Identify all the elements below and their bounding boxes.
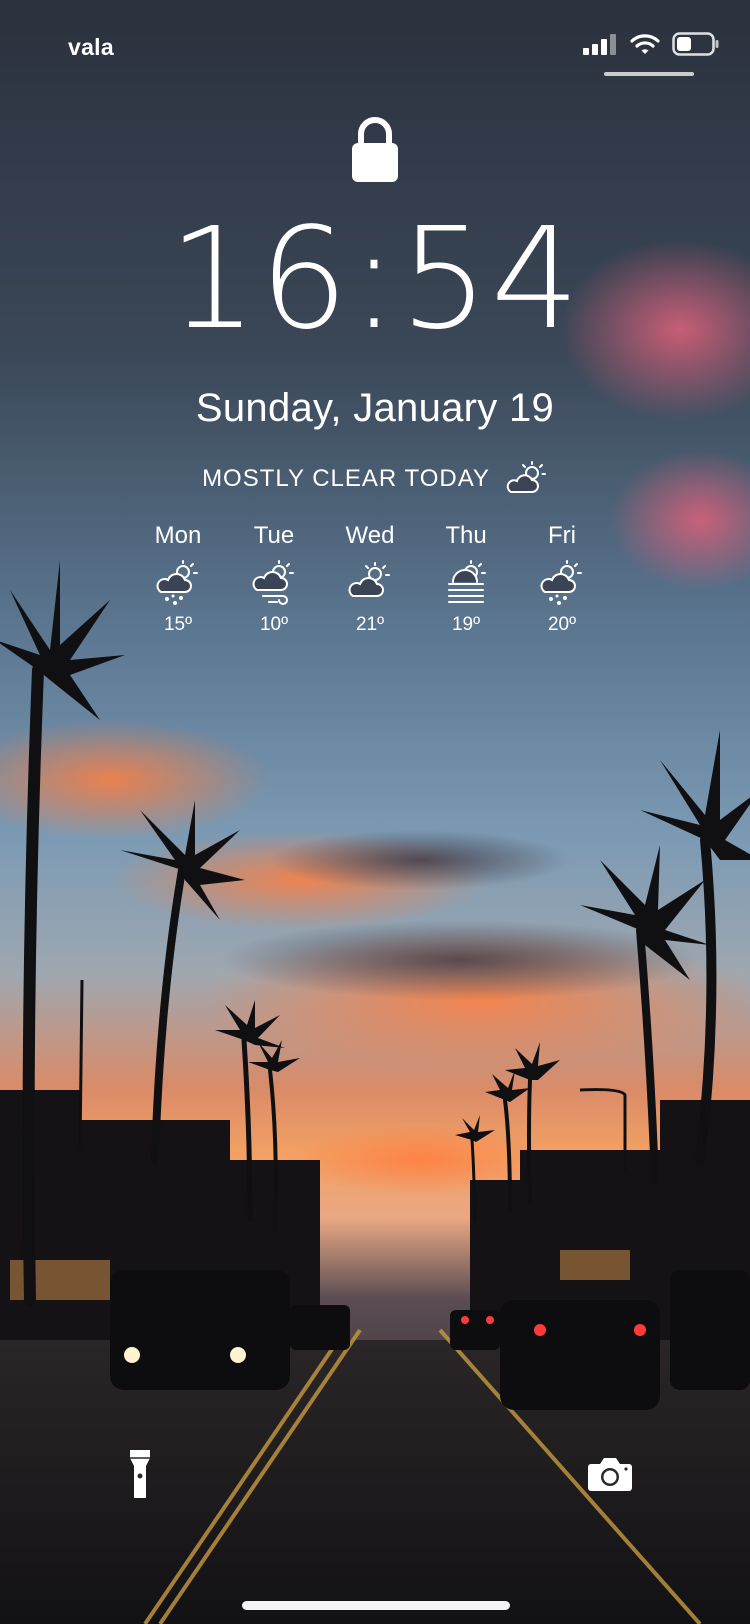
date-label: Sunday, January 19 <box>195 386 555 430</box>
forecast-temp: 21º <box>355 614 385 635</box>
forecast-day: Mon 15º <box>130 522 226 636</box>
fog-icon <box>448 560 486 603</box>
flashlight-icon <box>130 1450 150 1498</box>
forecast-day-name: Mon <box>154 522 202 549</box>
home-indicator[interactable] <box>242 1601 510 1610</box>
forecast-day-name: Thu <box>445 522 487 549</box>
wifi-icon <box>630 34 660 54</box>
windy-cloud-icon <box>252 560 294 605</box>
partly-cloudy-icon <box>348 562 390 597</box>
carrier-name: vala <box>68 34 114 60</box>
flashlight-button[interactable] <box>100 1434 180 1514</box>
forecast-day-name: Fri <box>548 522 576 549</box>
cloudy-hail-icon <box>540 560 582 605</box>
forecast-day-name: Tue <box>253 522 295 549</box>
forecast-day: Fri 20º <box>514 522 610 636</box>
forecast-temp: 10º <box>259 614 289 635</box>
weather-summary[interactable]: MOSTLY CLEAR TODAY <box>0 461 750 497</box>
forecast-temp: 19º <box>451 614 481 635</box>
cloudy-hail-icon <box>156 560 198 605</box>
control-center-indicator[interactable] <box>604 72 694 76</box>
forecast-temp: 20º <box>547 614 577 635</box>
forecast-day: Wed 21º <box>322 522 418 636</box>
partly-cloudy-icon <box>506 461 546 493</box>
lock-icon <box>352 117 398 182</box>
weather-summary-text: MOSTLY CLEAR TODAY <box>202 465 490 492</box>
cellular-signal-icon <box>583 34 616 55</box>
lock-screen: vala 16:54 Sunday, January 19 MOSTLY CLE… <box>0 0 750 1624</box>
forecast-day-name: Wed <box>345 522 395 549</box>
weather-forecast[interactable]: Mon 15º Tue 10º Wed 21º Thu 19º Fri 20º <box>130 522 610 636</box>
battery-icon <box>672 32 719 56</box>
forecast-day: Tue 10º <box>226 522 322 636</box>
clock-time: 16:54 <box>168 198 582 361</box>
camera-button[interactable] <box>570 1434 650 1514</box>
camera-icon <box>588 1458 632 1491</box>
status-icons <box>582 32 720 56</box>
forecast-day: Thu 19º <box>418 522 514 636</box>
forecast-temp: 15º <box>163 614 193 635</box>
